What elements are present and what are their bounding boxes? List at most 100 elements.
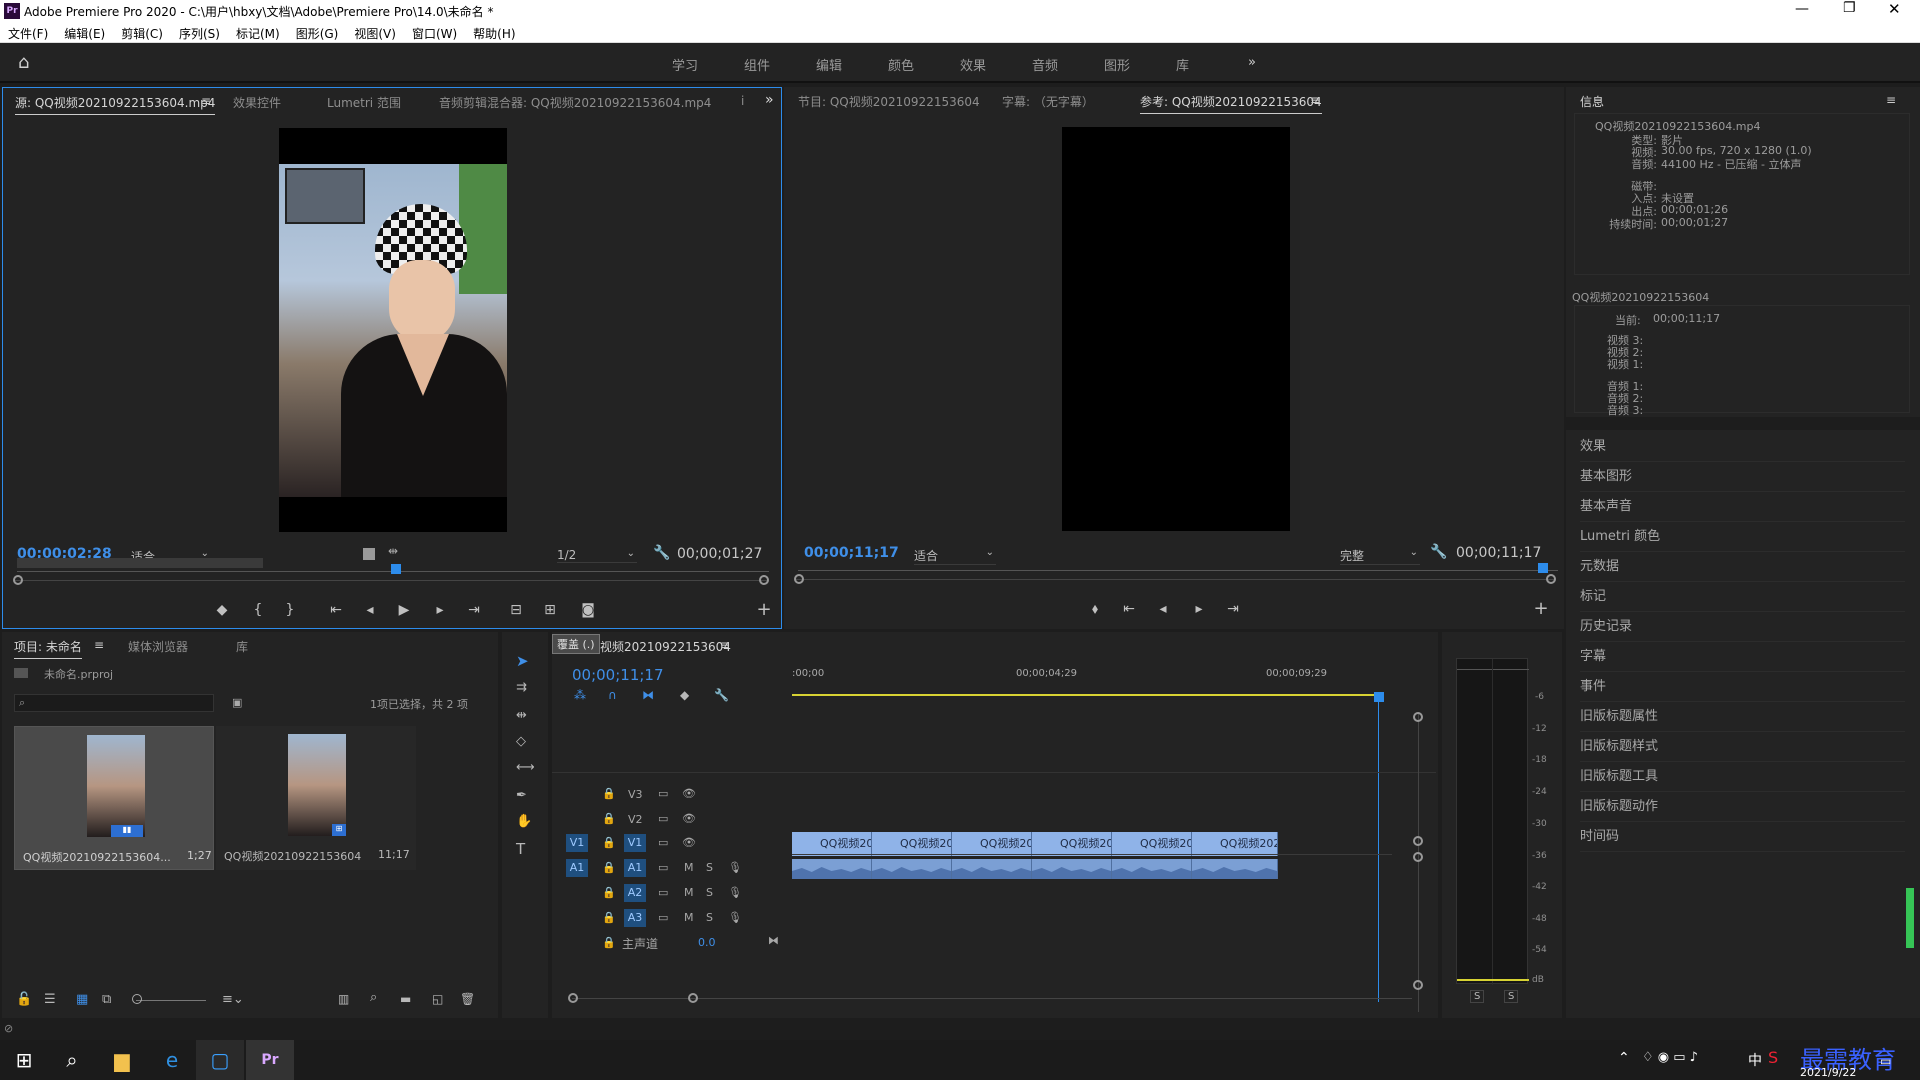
selection-tool-icon[interactable]: ➤	[516, 652, 529, 670]
step-forward-button[interactable]: ▸	[429, 600, 451, 620]
tab-media-browser[interactable]: 媒体浏览器	[128, 638, 188, 655]
tab-sequence[interactable]: 视频20210922153604	[600, 638, 731, 655]
time-ruler[interactable]: :00;00 00;00;04;29 00;00;09;29	[792, 662, 1374, 704]
step-forward-button[interactable]: ▸	[1188, 599, 1210, 619]
pen-tool-icon[interactable]: ✒	[516, 788, 527, 803]
overwrite-button[interactable]: ⊞	[539, 600, 561, 620]
track-lock-icon[interactable]: 🔒	[602, 911, 616, 924]
ripple-edit-tool-icon[interactable]: ⇹	[516, 708, 527, 723]
horizontal-scrollbar[interactable]	[572, 998, 1412, 999]
automate-to-sequence-icon[interactable]: ▥	[338, 992, 349, 1006]
sync-lock-icon[interactable]: ▭	[658, 787, 668, 800]
voiceover-icon[interactable]: ▭	[658, 861, 668, 874]
tab-reference[interactable]: 参考: QQ视频20210922153604	[1140, 93, 1322, 114]
slider-handle[interactable]	[132, 994, 142, 1004]
workspace-color[interactable]: 颜色	[888, 55, 914, 74]
tab-menu-icon[interactable]: ≡	[1310, 93, 1320, 107]
tray-date[interactable]: 2021/9/22	[1800, 1066, 1856, 1079]
scroll-handle[interactable]	[688, 993, 698, 1003]
panel-effects[interactable]: 效果	[1580, 432, 1905, 462]
scroll-handle[interactable]	[1413, 852, 1423, 862]
thumbnail-size-slider[interactable]	[136, 1000, 206, 1001]
panel-legacy-title-actions[interactable]: 旧版标题动作	[1580, 792, 1905, 822]
menu-help[interactable]: 帮助(H)	[465, 22, 523, 42]
program-resolution-dropdown[interactable]: 完整 ⌄	[1340, 547, 1420, 565]
restore-button[interactable]: ❐	[1843, 0, 1856, 16]
workspace-effects[interactable]: 效果	[960, 55, 986, 74]
track-lock-icon[interactable]: 🔒	[602, 936, 616, 949]
track-select-tool-icon[interactable]: ⇉	[516, 680, 527, 695]
source-zoom-bar[interactable]	[15, 580, 767, 581]
sort-icon[interactable]: ≡⌄	[222, 992, 244, 1007]
track-lock-icon[interactable]: 🔒	[602, 787, 616, 800]
program-zoom-dropdown[interactable]: 适合 ⌄	[914, 547, 996, 565]
source-resolution-dropdown[interactable]: 1/2 ⌄	[557, 548, 637, 563]
panel-legacy-title-styles[interactable]: 旧版标题样式	[1580, 732, 1905, 762]
edge-icon[interactable]: e	[148, 1040, 196, 1080]
eye-icon[interactable]: 👁	[682, 787, 696, 800]
audio-clip[interactable]	[1032, 859, 1112, 879]
project-item[interactable]: ⊞ QQ视频20210922153604 11;17	[216, 726, 416, 870]
solo-button[interactable]: S	[706, 861, 713, 874]
tab-program[interactable]: 节目: QQ视频20210922153604	[798, 93, 980, 110]
sync-lock-icon[interactable]: ▭	[658, 836, 668, 849]
tab-menu-icon[interactable]: ≡	[201, 94, 211, 108]
button-editor-add[interactable]: +	[1530, 599, 1552, 619]
close-window-button[interactable]: ✕	[1888, 0, 1901, 18]
scroll-handle[interactable]	[1413, 836, 1423, 846]
icon-view-icon[interactable]: ▦	[76, 992, 88, 1007]
source-patch-v1[interactable]: V1	[566, 834, 588, 852]
go-to-out-button[interactable]: ⇥	[1222, 599, 1244, 619]
file-explorer-icon[interactable]: ▆	[98, 1040, 146, 1080]
audio-clip[interactable]	[952, 859, 1032, 879]
program-time-ruler[interactable]	[798, 565, 1558, 571]
track-label[interactable]: A2	[624, 884, 646, 902]
track-lock-icon[interactable]: 🔒	[602, 812, 616, 825]
track-label[interactable]: A1	[624, 859, 646, 877]
search-icon[interactable]: ⌕	[48, 1040, 96, 1080]
find-icon[interactable]: ⌕	[370, 990, 377, 1005]
scroll-handle[interactable]	[1413, 712, 1423, 722]
taskbar-app-icon[interactable]: ▢	[196, 1040, 244, 1080]
go-to-in-button[interactable]: ⇤	[325, 600, 347, 620]
add-marker-button[interactable]: ◆	[211, 600, 233, 620]
panel-markers[interactable]: 标记	[1580, 582, 1905, 612]
workspace-editing[interactable]: 编辑	[816, 55, 842, 74]
zoom-handle-right[interactable]	[759, 575, 769, 585]
menu-edit[interactable]: 编辑(E)	[56, 22, 113, 42]
zoom-handle-left[interactable]	[794, 574, 804, 584]
mic-icon[interactable]: 🎙	[728, 911, 742, 924]
mark-in-button[interactable]: {	[247, 600, 269, 620]
workspace-assembly[interactable]: 组件	[744, 55, 770, 74]
minimize-button[interactable]: —	[1795, 1, 1809, 17]
project-item-selected[interactable]: ▮▮ QQ视频20210922153604... 1;27	[14, 726, 214, 870]
mute-button[interactable]: M	[684, 886, 694, 899]
solo-button[interactable]: S	[706, 886, 713, 899]
workspace-graphics[interactable]: 图形	[1104, 55, 1130, 74]
panel-metadata[interactable]: 元数据	[1580, 552, 1905, 582]
panel-menu-icon[interactable]: ≡	[1886, 93, 1896, 107]
sogou-icon[interactable]: S	[1768, 1048, 1778, 1067]
tab-lumetri-scopes[interactable]: Lumetri 范围	[327, 94, 401, 111]
tab-project[interactable]: 项目: 未命名	[14, 638, 82, 659]
program-playhead-timecode[interactable]: 00;00;11;17	[804, 545, 899, 561]
type-tool-icon[interactable]: T	[516, 840, 525, 858]
tab-menu-icon[interactable]: ≡	[94, 638, 104, 652]
meter-solo-left-button[interactable]: S	[1470, 990, 1485, 1003]
video-clip[interactable]: QQ视频20210	[1192, 832, 1278, 856]
workspace-learn[interactable]: 学习	[672, 55, 698, 74]
tab-effect-controls[interactable]: 效果控件	[233, 94, 281, 111]
program-playhead[interactable]	[1538, 563, 1548, 573]
audio-clip[interactable]	[1112, 859, 1192, 879]
premiere-taskbar-icon[interactable]: Pr	[246, 1040, 294, 1080]
sync-lock-icon[interactable]: ▭	[658, 812, 668, 825]
tab-captions[interactable]: 字幕: （无字幕）	[1002, 93, 1094, 110]
notification-icon[interactable]: ▭	[1880, 1054, 1891, 1068]
go-to-end-icon[interactable]: ⧓	[768, 934, 779, 947]
audio-clip[interactable]	[872, 859, 952, 879]
panel-legacy-title-tools[interactable]: 旧版标题工具	[1580, 762, 1905, 792]
video-clip[interactable]: QQ视频202109	[1112, 832, 1192, 856]
menu-clip[interactable]: 剪辑(C)	[113, 22, 171, 42]
add-marker-icon[interactable]: ◆	[680, 688, 689, 702]
new-item-icon[interactable]: ◱	[432, 992, 443, 1006]
